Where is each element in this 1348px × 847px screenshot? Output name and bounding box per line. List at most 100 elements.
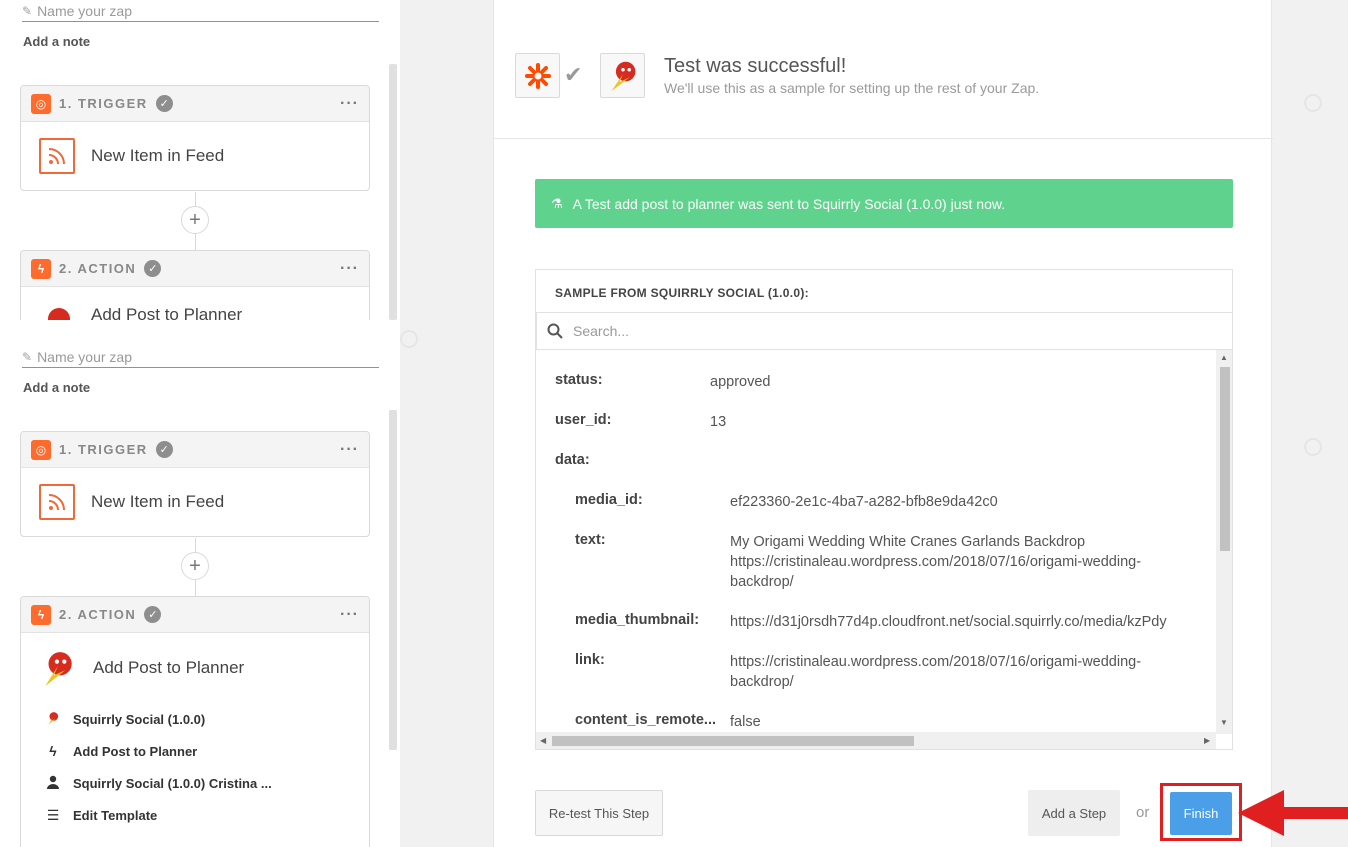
check-icon: ✓	[144, 606, 162, 623]
trigger-step-label: 1. TRIGGER	[59, 442, 148, 457]
squirrly-icon	[48, 308, 70, 320]
more-options-icon[interactable]: ···	[340, 95, 359, 113]
trigger-step-card[interactable]: ◎ 1. TRIGGER ✓ ··· New Item in Feed	[20, 431, 370, 537]
field-key: media_id:	[575, 492, 643, 508]
finish-button[interactable]: Finish	[1170, 792, 1232, 835]
action-detail-label: Edit Template	[73, 807, 158, 823]
squirrly-icon	[45, 652, 72, 686]
test-step-panel: ✔ Test was successful! We'll use this as…	[493, 0, 1273, 847]
lightning-icon: ϟ	[31, 604, 51, 625]
annotation-arrow-icon	[1238, 790, 1348, 836]
scroll-down-icon[interactable]: ▼	[1220, 718, 1228, 727]
action-step-card[interactable]: ϟ 2. ACTION ✓ ··· Add Post to Planner Sq…	[20, 596, 370, 847]
field-value: false	[730, 714, 761, 730]
action-detail-app[interactable]: Squirrly Social (1.0.0)	[21, 703, 369, 735]
trigger-step-card[interactable]: ◎ 1. TRIGGER ✓ ··· New Item in Feed	[20, 85, 370, 191]
rss-icon	[39, 138, 75, 174]
connector-line	[195, 234, 196, 250]
check-icon: ✓	[144, 260, 162, 277]
scrollbar-thumb[interactable]	[552, 736, 914, 746]
field-key: data:	[555, 452, 590, 468]
scroll-right-icon[interactable]: ▶	[1204, 736, 1210, 745]
lines-icon: ☰	[46, 806, 60, 823]
sample-vertical-scrollbar[interactable]: ▲ ▼	[1216, 350, 1232, 734]
test-result-header: ✔ Test was successful! We'll use this as…	[494, 0, 1273, 139]
scrollbar-thumb[interactable]	[1220, 367, 1230, 551]
field-value: https://d31j0rsdh77d4p.cloudfront.net/so…	[730, 614, 1167, 630]
connector-line	[195, 192, 196, 206]
action-step-title: Add Post to Planner	[91, 305, 243, 320]
scroll-up-icon[interactable]: ▲	[1220, 353, 1228, 362]
action-detail-label: Squirrly Social (1.0.0) Cristina ...	[73, 775, 272, 791]
field-value: 13	[710, 414, 727, 430]
pencil-icon: ✎	[22, 349, 33, 364]
connector-line	[195, 580, 196, 596]
sample-fields-list: status: approved user_id: 13 data: media…	[536, 350, 1216, 734]
action-step-label: 2. ACTION	[59, 261, 137, 276]
field-key: content_is_remote...	[575, 712, 717, 728]
add-step-button[interactable]: Add a Step	[1028, 790, 1120, 836]
sidebar-top-section: ✎ Name your zap Add a note ◎ 1. TRIGGER …	[0, 0, 400, 320]
retest-step-button[interactable]: Re-test This Step	[535, 790, 663, 836]
check-icon: ✓	[155, 441, 173, 458]
flask-icon: ⚗	[551, 195, 563, 211]
zap-name-field[interactable]: ✎ Name your zap	[22, 0, 379, 22]
more-options-icon[interactable]: ···	[340, 606, 359, 624]
action-detail-label: Squirrly Social (1.0.0)	[73, 711, 206, 727]
check-icon: ✓	[155, 95, 173, 112]
user-icon	[45, 775, 61, 792]
connector-line	[195, 538, 196, 552]
sidebar-bottom-section: ✎ Name your zap Add a note ◎ 1. TRIGGER …	[0, 320, 400, 847]
more-options-icon[interactable]: ···	[340, 260, 359, 278]
sample-horizontal-scrollbar[interactable]: ◀ ▶	[536, 732, 1216, 749]
zap-name-placeholder: Name your zap	[37, 2, 132, 19]
action-detail-event[interactable]: ϟ Add Post to Planner	[21, 735, 369, 767]
action-detail-account[interactable]: Squirrly Social (1.0.0) Cristina ...	[21, 767, 369, 799]
zap-editor-sidebar: ✎ Name your zap Add a note ◎ 1. TRIGGER …	[0, 0, 400, 847]
action-detail-template[interactable]: ☰ Edit Template	[21, 799, 369, 831]
trigger-step-title: New Item in Feed	[91, 492, 225, 511]
add-note-link[interactable]: Add a note	[23, 380, 90, 395]
add-note-link[interactable]: Add a note	[23, 34, 90, 49]
zapier-app-icon	[515, 53, 560, 98]
action-step-title: Add Post to Planner	[93, 658, 245, 677]
success-banner: ⚗ A Test add post to planner was sent to…	[535, 179, 1233, 228]
field-value: ef223360-2e1c-4ba7-a282-bfb8e9da42c0	[730, 494, 998, 510]
lightning-icon: ϟ	[31, 258, 51, 279]
add-step-plus-icon[interactable]: +	[181, 552, 209, 580]
trigger-icon: ◎	[31, 439, 51, 460]
canvas-gutter-right	[1272, 0, 1348, 847]
field-key: media_thumbnail:	[575, 612, 700, 628]
scroll-left-icon[interactable]: ◀	[540, 736, 546, 745]
action-detail-label: Add Post to Planner	[73, 743, 198, 759]
field-key: link:	[575, 652, 605, 668]
ghost-circle-icon	[400, 330, 418, 348]
test-result-title: Test was successful!	[664, 55, 847, 77]
squirrly-icon	[45, 711, 61, 728]
test-result-subtitle: We'll use this as a sample for setting u…	[664, 80, 1040, 96]
squirrly-icon	[600, 53, 645, 98]
zap-name-placeholder: Name your zap	[37, 348, 132, 365]
field-value: approved	[710, 374, 771, 390]
action-step-label: 2. ACTION	[59, 607, 137, 622]
ghost-circle-icon	[1304, 94, 1322, 112]
add-step-plus-icon[interactable]: +	[181, 206, 209, 234]
or-separator: or	[1136, 804, 1150, 821]
zap-name-field[interactable]: ✎ Name your zap	[22, 346, 379, 368]
sample-search-input[interactable]: Search...	[536, 312, 1232, 350]
success-message: A Test add post to planner was sent to S…	[572, 195, 1006, 212]
more-options-icon[interactable]: ···	[340, 441, 359, 459]
rss-icon	[39, 484, 75, 520]
ghost-circle-icon	[1304, 438, 1322, 456]
search-icon	[547, 323, 563, 339]
pencil-icon: ✎	[22, 3, 33, 18]
field-value: https://cristinaleau.wordpress.com/2018/…	[730, 654, 1142, 690]
field-value: My Origami Wedding White Cranes Garlands…	[730, 534, 1142, 590]
trigger-step-label: 1. TRIGGER	[59, 96, 148, 111]
sidebar-scrollbar[interactable]	[389, 64, 397, 320]
action-step-card[interactable]: ϟ 2. ACTION ✓ ··· Add Post to Planner	[20, 250, 370, 320]
sidebar-scrollbar[interactable]	[389, 410, 397, 750]
trigger-step-title: New Item in Feed	[91, 146, 225, 165]
field-key: text:	[575, 532, 606, 548]
sample-data-panel: SAMPLE FROM SQUIRRLY SOCIAL (1.0.0): Sea…	[535, 269, 1233, 750]
